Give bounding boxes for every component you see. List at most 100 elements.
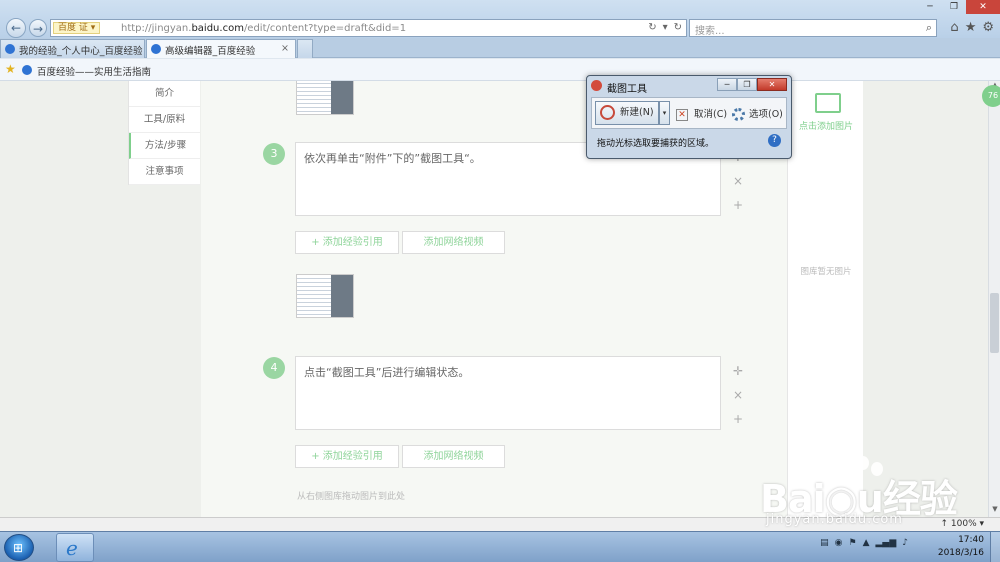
ie-icon: e (66, 536, 78, 560)
maximize-button[interactable]: ❐ (942, 0, 966, 14)
tab-close-icon[interactable]: × (281, 43, 289, 54)
home-icon[interactable]: ⌂ (950, 20, 958, 35)
add-video-button[interactable]: 添加网络视频 (402, 231, 505, 254)
gear-icon (732, 108, 745, 121)
dropdown-icon[interactable]: ▾ (663, 22, 668, 33)
snip-close-button[interactable]: ✕ (757, 78, 787, 91)
forward-button[interactable]: → (29, 19, 47, 37)
close-button[interactable]: ✕ (966, 0, 1000, 14)
address-icons: ↻ ▾ ↻ (648, 22, 682, 33)
network-icon[interactable]: ▂▄▆ (875, 538, 896, 548)
search-input[interactable]: 搜索... (695, 22, 725, 37)
add-reference-button[interactable]: + 添加经验引用 (295, 231, 399, 254)
favorites-icon[interactable]: ★ (965, 20, 977, 35)
floating-badge[interactable]: 76 (982, 85, 1000, 107)
address-url[interactable]: http://jingyan.baidu.com/edit/content?ty… (121, 22, 406, 35)
step-number: 3 (263, 143, 285, 165)
delete-icon[interactable]: × (731, 169, 745, 193)
new-snip-label: 新建(N) (620, 107, 654, 118)
taskbar-clock[interactable]: 17:40 2018/3/16 (938, 534, 984, 560)
clock-date: 2018/3/16 (937, 548, 984, 558)
nav-item-intro[interactable]: 简介 (129, 81, 200, 107)
add-image-icon[interactable] (815, 93, 841, 113)
new-snip-button[interactable]: 新建(N) (595, 101, 659, 125)
new-tab-button[interactable] (297, 39, 313, 58)
step-image-thumbnail[interactable] (296, 274, 354, 318)
add-image-link[interactable]: 点击添加图片 (788, 119, 864, 132)
url-prefix: http://jingyan. (121, 23, 192, 34)
cancel-label: 取消(C) (694, 109, 728, 120)
new-snip-icon (600, 105, 615, 120)
add-video-button[interactable]: 添加网络视频 (402, 445, 505, 468)
gear-icon[interactable]: ⚙ (982, 20, 994, 35)
search-icon[interactable]: ⌕ (926, 21, 932, 35)
drag-hint: 从右侧图库拖动图片到此处 (297, 492, 406, 502)
tab-label: 我的经验_个人中心_百度经验 (19, 46, 143, 57)
snipping-tool-window: 截图工具 ─ ❐ ✕ 新建(N) ▾ ✕ 取消(C) 选项(O) 拖动光标选取要捕… (586, 75, 792, 159)
page-content: 简介 工具/原料 方法/步骤 注意事项 3 依次再单击“附件”下的”截图工具“。… (0, 81, 988, 517)
favorites-star-icon[interactable]: ★ (5, 62, 16, 76)
windows-logo-icon: ⊞ (13, 541, 24, 555)
snip-maximize-button[interactable]: ❐ (737, 78, 757, 91)
library-empty-text: 图库暂无图片 (800, 267, 852, 277)
snip-window-controls: ─ ❐ ✕ (717, 78, 787, 91)
step-number: 4 (263, 357, 285, 379)
browser-titlebar: ─ ❐ ✕ ← → 百度 证 ▾ http://jingyan.baidu.co… (0, 0, 1000, 38)
taskbar-ie-button[interactable]: e (56, 533, 94, 562)
start-button[interactable]: ⊞ (4, 534, 34, 561)
snip-instruction: 拖动光标选取要捕获的区域。 (597, 139, 715, 149)
step-image-thumbnail[interactable] (296, 81, 354, 115)
address-bar[interactable]: 百度 证 ▾ http://jingyan.baidu.com/edit/con… (50, 19, 687, 37)
tab-advanced-editor[interactable]: 高级编辑器_百度经验 × (146, 39, 296, 58)
back-button[interactable]: ← (6, 18, 26, 38)
move-icon[interactable]: ✛ (731, 359, 745, 383)
nav-item-tools[interactable]: 工具/原料 (129, 107, 200, 133)
tab-label: 高级编辑器_百度经验 (165, 46, 256, 57)
watermark-url: jingyan.baidu.com (766, 512, 903, 527)
delete-icon[interactable]: × (731, 383, 745, 407)
keyboard-icon[interactable]: ▤ (820, 538, 829, 548)
show-hidden-icon[interactable]: ▲ (863, 538, 870, 548)
minimize-button[interactable]: ─ (918, 0, 942, 14)
snipping-tool-title: 截图工具 (607, 84, 647, 95)
system-tray: ▤ ◉ ⚑ ▲ ▂▄▆ ♪ (820, 538, 908, 548)
nav-item-steps[interactable]: 方法/步骤 (129, 133, 200, 159)
window-controls: ─ ❐ ✕ (918, 0, 1000, 14)
favorite-link[interactable]: 百度经验——实用生活指南 (37, 64, 151, 78)
help-icon[interactable]: ? (768, 134, 781, 147)
baidu-paw-icon (151, 44, 161, 54)
left-nav: 简介 工具/原料 方法/步骤 注意事项 (128, 81, 200, 185)
url-domain: baidu.com (191, 23, 244, 34)
snip-mode-dropdown[interactable]: ▾ (659, 101, 670, 125)
scroll-down-icon[interactable]: ▼ (989, 505, 1000, 517)
image-library-panel: 点击添加图片 图库暂无图片 (787, 81, 863, 517)
snip-minimize-button[interactable]: ─ (717, 78, 737, 91)
favorites-bar: ★ 百度经验——实用生活指南 (0, 59, 1000, 81)
snip-options-button[interactable]: 选项(O) (732, 106, 783, 121)
baidu-watermark: Bai◉u经验 jingyan.baidu.com (760, 454, 980, 534)
volume-icon[interactable]: ♪ (902, 538, 908, 548)
add-reference-button[interactable]: + 添加经验引用 (295, 445, 399, 468)
step-text-input[interactable]: 点击“截图工具”后进行编辑状态。 (295, 356, 721, 430)
url-path: /edit/content?type=draft&did=1 (243, 23, 407, 34)
refresh-icon[interactable]: ↻ (674, 22, 682, 33)
add-icon[interactable]: + (731, 193, 745, 217)
action-center-icon[interactable]: ⚑ (848, 538, 856, 548)
tray-app-icon[interactable]: ◉ (835, 538, 843, 548)
site-badge[interactable]: 百度 证 ▾ (53, 22, 101, 34)
nav-item-notes[interactable]: 注意事项 (129, 159, 200, 185)
show-desktop-button[interactable] (990, 532, 1000, 562)
snip-toolbar: 新建(N) ▾ ✕ 取消(C) 选项(O) (591, 97, 787, 129)
cancel-snip-button[interactable]: ✕ 取消(C) (676, 106, 727, 121)
page-scrollbar[interactable]: ▲ ▼ (988, 81, 1000, 517)
tab-strip: 我的经验_个人中心_百度经验 高级编辑器_百度经验 × (0, 38, 1000, 58)
options-label: 选项(O) (749, 109, 783, 120)
compat-icon[interactable]: ↻ (648, 22, 656, 33)
search-box[interactable]: 搜索... ⌕ (689, 19, 937, 37)
baidu-paw-icon (5, 44, 15, 54)
scroll-thumb[interactable] (990, 293, 999, 353)
windows-taskbar: ⊞ e ▤ ◉ ⚑ ▲ ▂▄▆ ♪ 17:40 2018/3/16 (0, 531, 1000, 562)
tab-my-experience[interactable]: 我的经验_个人中心_百度经验 (0, 39, 145, 58)
add-icon[interactable]: + (731, 407, 745, 431)
baidu-paw-icon (22, 65, 32, 75)
